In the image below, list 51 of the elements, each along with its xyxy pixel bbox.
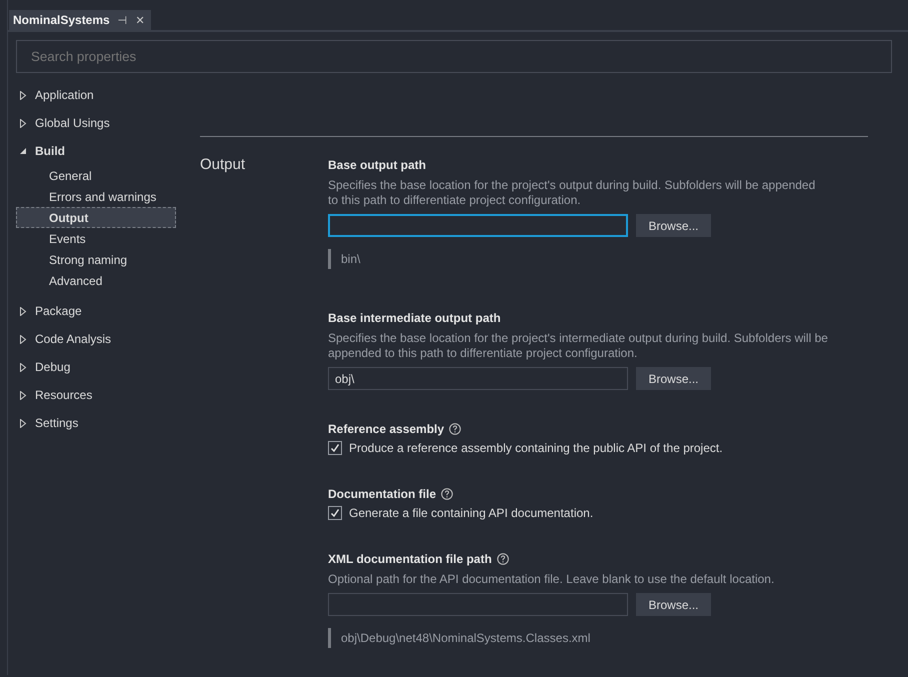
expanded-triangle-icon[interactable]: [19, 147, 27, 155]
checkbox-label[interactable]: Produce a reference assembly containing the public API of the project.: [349, 441, 723, 455]
section-title: Output: [200, 156, 246, 173]
collapsed-triangle-icon[interactable]: [19, 334, 27, 344]
sidebar-subitem[interactable]: Advanced: [16, 270, 176, 291]
sidebar-item[interactable]: Package: [35, 304, 82, 318]
checkbox[interactable]: [328, 506, 342, 520]
setting-label: XML documentation file path: [328, 552, 492, 566]
document-tab[interactable]: NominalSystems ⊣ ✕: [9, 10, 151, 30]
default-path-preview: bin\: [328, 249, 370, 269]
sidebar-subitem[interactable]: Events: [16, 228, 176, 249]
sidebar-item[interactable]: Build: [35, 144, 65, 158]
search-field[interactable]: Search properties: [16, 40, 892, 73]
setting-label: Documentation file: [328, 487, 436, 501]
browse-button[interactable]: Browse...: [636, 367, 711, 390]
collapsed-triangle-icon[interactable]: [19, 306, 27, 316]
sidebar-subitem[interactable]: Strong naming: [16, 249, 176, 270]
browse-button[interactable]: Browse...: [636, 593, 711, 616]
collapsed-triangle-icon[interactable]: [19, 362, 27, 372]
setting-label: Base intermediate output path: [328, 311, 501, 325]
sidebar-item[interactable]: Settings: [35, 416, 78, 430]
sidebar-item[interactable]: Code Analysis: [35, 332, 112, 346]
help-icon[interactable]: [441, 488, 454, 500]
sidebar-subitem[interactable]: Errors and warnings: [16, 186, 176, 207]
sidebar-subitem[interactable]: Output: [16, 207, 176, 228]
path-field[interactable]: obj\: [328, 367, 628, 390]
close-button[interactable]: ✕: [136, 14, 145, 26]
sidebar-item[interactable]: Global Usings: [35, 116, 110, 130]
setting-description: Specifies the base location for the project's intermediate output during build. Subfolders will be appended to this path to differentiate project configuration.: [328, 331, 828, 361]
setting-label: Reference assembly: [328, 422, 444, 436]
sidebar-item[interactable]: Debug: [35, 360, 70, 374]
collapsed-triangle-icon[interactable]: [19, 90, 27, 100]
setting-description: Optional path for the API documentation file. Leave blank to use the default location.: [328, 572, 776, 587]
sidebar-item[interactable]: Resources: [35, 388, 92, 402]
pin-button[interactable]: ⊣: [118, 14, 128, 26]
tab-title: NominalSystems: [13, 13, 110, 27]
checkbox[interactable]: [328, 441, 342, 455]
sidebar-subitem[interactable]: General: [16, 165, 176, 186]
collapsed-triangle-icon[interactable]: [19, 390, 27, 400]
collapsed-triangle-icon[interactable]: [19, 118, 27, 128]
default-path-preview: obj\Debug\net48\NominalSystems.Classes.xml: [328, 628, 600, 648]
help-icon[interactable]: [449, 423, 462, 435]
checkbox-label[interactable]: Generate a file containing API documentation.: [349, 506, 594, 520]
browse-button[interactable]: Browse...: [636, 214, 711, 237]
path-field[interactable]: [328, 214, 628, 237]
help-icon[interactable]: [496, 553, 509, 565]
sidebar-item[interactable]: Application: [35, 88, 94, 102]
setting-description: Specifies the base location for the project's output during build. Subfolders will be appended to this path to differentiate project configuration.: [328, 178, 816, 208]
collapsed-triangle-icon[interactable]: [19, 418, 27, 428]
setting-label: Base output path: [328, 158, 426, 172]
path-field[interactable]: [328, 593, 628, 616]
